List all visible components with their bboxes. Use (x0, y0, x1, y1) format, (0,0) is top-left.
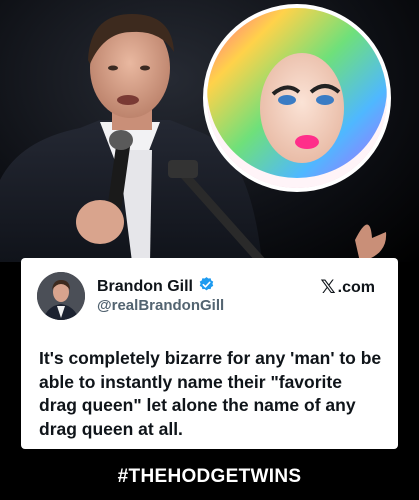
x-logo-icon: 𝕏 (320, 276, 336, 298)
hashtag-caption: #THEHODGETWINS (117, 466, 302, 487)
tweet-text: It's completely bizarre for any 'man' to… (39, 348, 382, 439)
author-handle[interactable]: @realBrandonGill (97, 297, 224, 314)
source-domain: .com (337, 278, 375, 296)
author-name[interactable]: Brandon Gill (97, 278, 193, 296)
avatar[interactable] (37, 272, 85, 320)
source-label[interactable]: 𝕏 .com (320, 278, 375, 297)
author-name-row[interactable]: Brandon Gill (97, 276, 215, 298)
tweet-card: Brandon Gill @realBrandonGill 𝕏 .com It'… (21, 258, 398, 449)
verified-badge-icon (198, 276, 215, 298)
drag-queen-portrait (203, 4, 391, 192)
